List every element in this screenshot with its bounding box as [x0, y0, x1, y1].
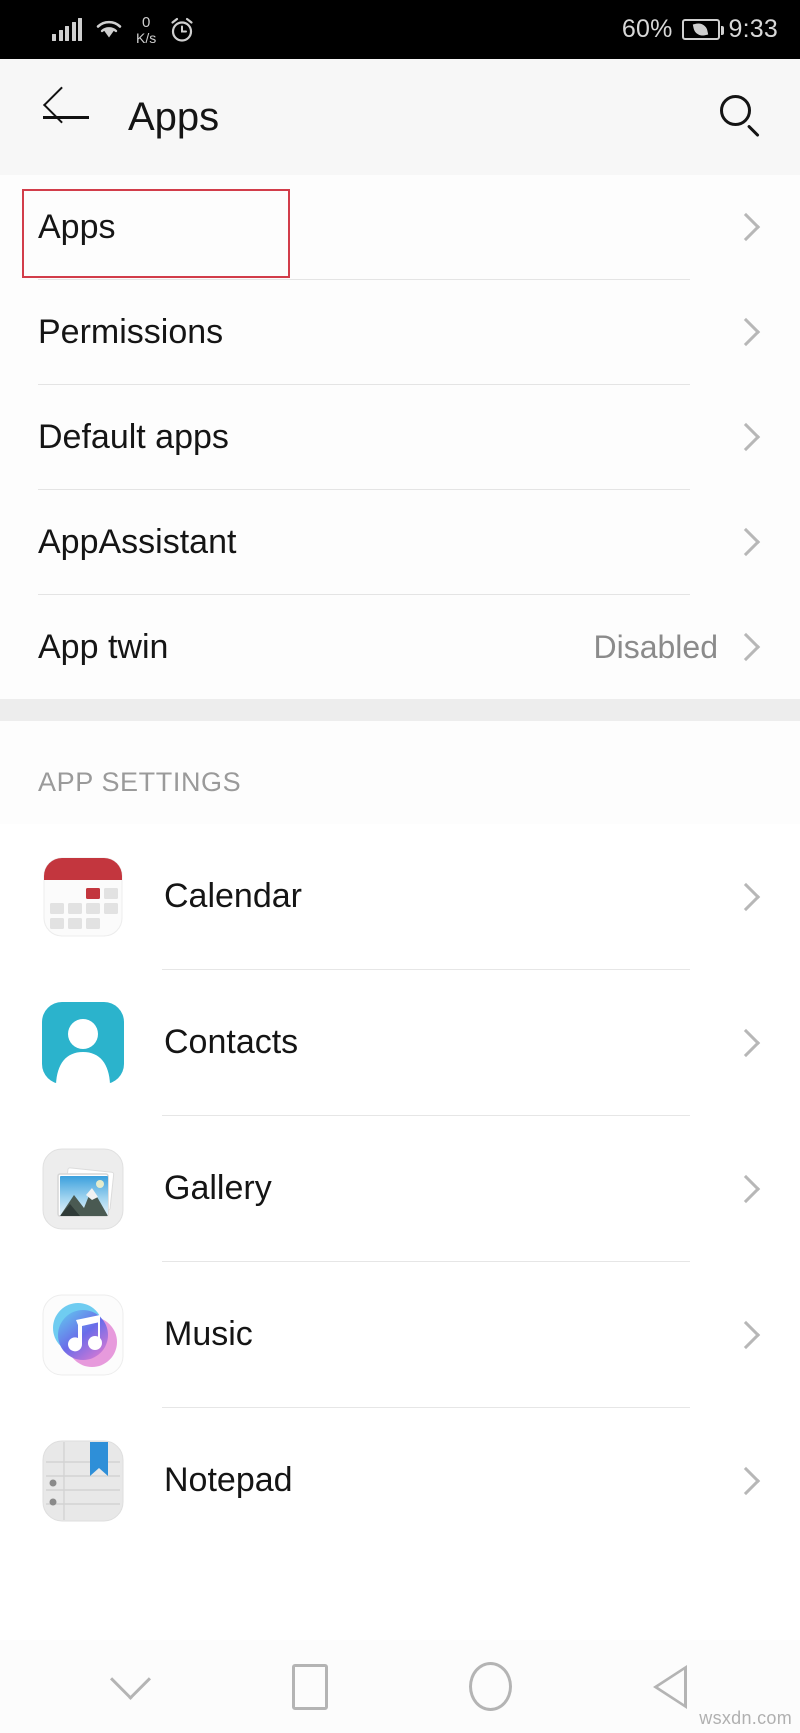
app-row-label: Notepad [164, 1461, 293, 1499]
app-row-notepad[interactable]: Notepad [0, 1408, 800, 1553]
chevron-right-icon [731, 422, 761, 452]
back-button[interactable] [633, 1650, 707, 1724]
signal-bars-icon [52, 17, 82, 41]
setting-row-value: Disabled [593, 628, 718, 665]
chevron-right-icon [731, 317, 761, 347]
leaf-icon [692, 21, 709, 38]
page-title: Apps [128, 94, 220, 139]
chevron-right-icon [731, 632, 761, 662]
network-speed-unit: K/s [136, 29, 157, 46]
chevron-right-icon [731, 1174, 761, 1203]
recents-button[interactable] [273, 1650, 347, 1724]
app-row-label: Contacts [164, 1023, 299, 1061]
app-row-gallery[interactable]: Gallery [0, 1116, 800, 1261]
network-speed-indicator: 0 K/s [136, 15, 156, 45]
setting-row-default-apps[interactable]: Default apps [0, 385, 800, 489]
gallery-app-icon [42, 1148, 124, 1230]
app-row-contacts[interactable]: Contacts [0, 970, 800, 1115]
app-settings-header: APP SETTINGS [0, 721, 800, 824]
setting-row-label: Default apps [38, 417, 229, 456]
app-header: Apps [0, 59, 800, 175]
setting-row-app-twin[interactable]: App twin Disabled [0, 595, 800, 699]
alarm-clock-icon [171, 17, 193, 42]
app-settings-list: Calendar Contacts Gallery Music Notepad [0, 824, 800, 1553]
watermark: wsxdn.com [699, 1708, 792, 1728]
setting-row-label: App twin [38, 627, 169, 666]
network-speed-value: 0 [141, 13, 151, 31]
setting-row-apps[interactable]: Apps [0, 175, 800, 279]
settings-section: Apps Permissions Default apps AppAssista… [0, 175, 800, 699]
chevron-right-icon [731, 1466, 761, 1495]
triangle-left-icon [653, 1664, 687, 1709]
app-row-label: Gallery [164, 1169, 272, 1207]
chevron-right-icon [731, 212, 761, 242]
notepad-app-icon [42, 1440, 124, 1522]
home-button[interactable] [453, 1650, 527, 1724]
app-row-label: Music [164, 1315, 253, 1353]
app-row-label: Calendar [164, 877, 302, 915]
battery-percent-label: 60% [621, 15, 673, 43]
app-row-music[interactable]: Music [0, 1262, 800, 1407]
square-icon [292, 1663, 328, 1710]
setting-row-permissions[interactable]: Permissions [0, 280, 800, 384]
battery-saver-icon [681, 19, 724, 40]
status-bar-left: 0 K/s [52, 15, 195, 45]
contacts-app-icon [42, 1001, 124, 1084]
chevron-right-icon [731, 527, 761, 557]
hide-navbar-button[interactable] [93, 1650, 167, 1724]
back-arrow-icon[interactable] [40, 95, 92, 139]
status-bar-right: 60% 9:33 [622, 15, 778, 44]
setting-row-label: Apps [38, 207, 116, 246]
chevron-right-icon [731, 1320, 761, 1349]
clock-label: 9:33 [728, 15, 778, 43]
calendar-app-icon [42, 856, 124, 938]
circle-icon [468, 1662, 512, 1711]
section-separator [0, 699, 800, 721]
setting-row-appassistant[interactable]: AppAssistant [0, 490, 800, 594]
music-app-icon [42, 1294, 124, 1376]
setting-row-label: AppAssistant [38, 522, 237, 561]
chevron-down-icon [109, 1658, 151, 1700]
setting-row-label: Permissions [38, 312, 224, 351]
chevron-right-icon [731, 882, 761, 911]
status-bar: 0 K/s 60% 9:33 [0, 0, 800, 59]
chevron-right-icon [731, 1028, 761, 1057]
app-row-calendar[interactable]: Calendar [0, 824, 800, 969]
navigation-bar: wsxdn.com [0, 1640, 800, 1733]
search-icon[interactable] [718, 94, 764, 140]
wifi-icon [96, 20, 122, 38]
